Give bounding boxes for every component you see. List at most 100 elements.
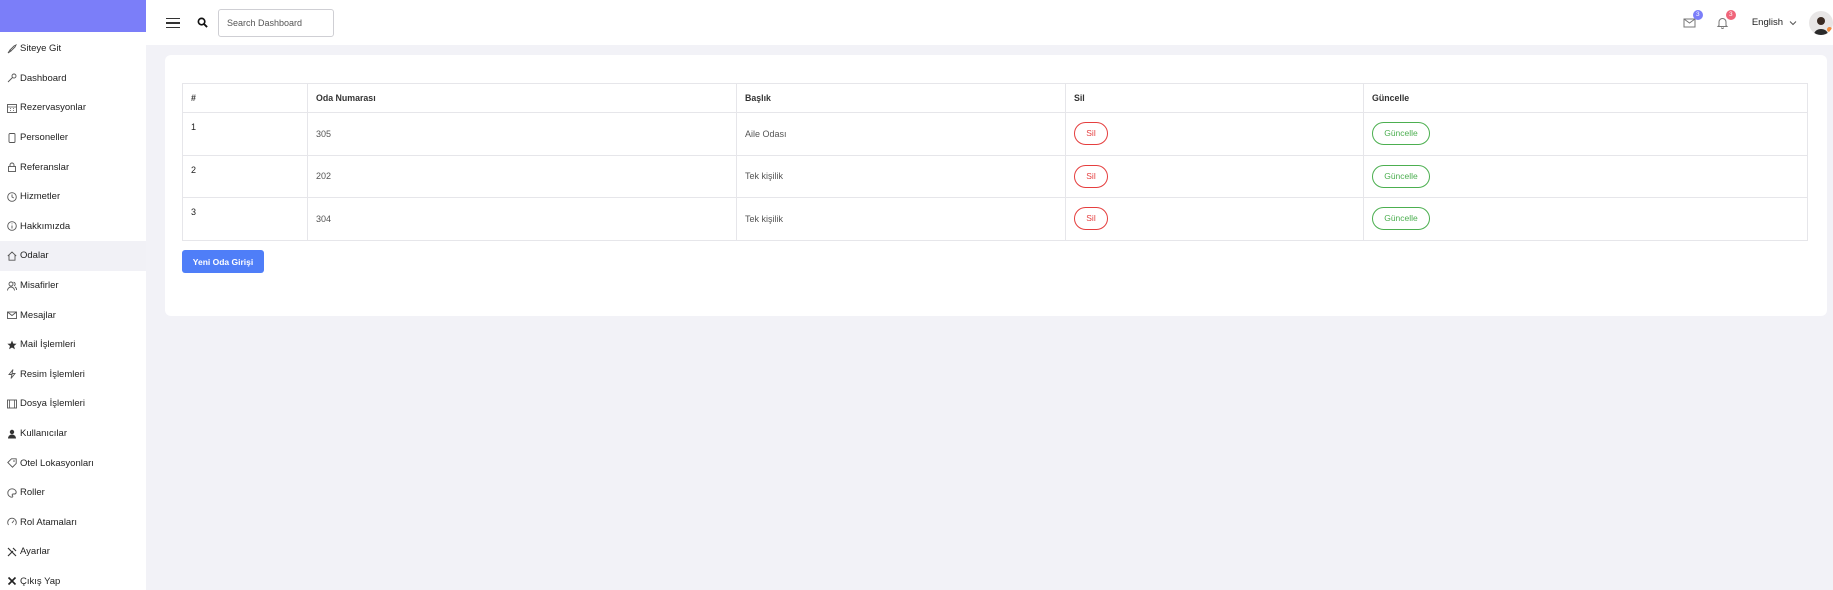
phone-icon [6, 132, 17, 143]
delete-button[interactable]: Sil [1074, 164, 1108, 188]
sidebar-item-label: Referanslar [20, 161, 70, 173]
gauge-icon [6, 517, 17, 528]
search-icon[interactable] [197, 17, 208, 28]
mail-notification-button[interactable]: 3 [1683, 9, 1703, 30]
sidebar-item-dosya-islemleri[interactable]: Dosya İşlemleri [0, 389, 146, 419]
tools-icon [6, 546, 17, 557]
mail-badge: 3 [1692, 9, 1703, 20]
row-index: 1 [182, 112, 308, 156]
sidebar-item-resim-islemleri[interactable]: Resim İşlemleri [0, 360, 146, 390]
top-header: 3 3 English [146, 0, 1833, 45]
sidebar-item-label: Hizmetler [20, 191, 61, 203]
room-title: Tek kişilik [736, 154, 1066, 198]
sidebar-item-personeller[interactable]: Personeller [0, 123, 146, 153]
calendar-icon [6, 102, 17, 113]
delete-button[interactable]: Sil [1074, 122, 1108, 146]
menu-toggle-icon[interactable] [166, 17, 180, 29]
sidebar-item-label: Mesajlar [20, 309, 56, 321]
palette-icon [6, 487, 17, 498]
rooms-table: # Oda Numarası Başlık Sil Güncelle 1 305… [182, 83, 1808, 241]
sidebar-item-referanslar[interactable]: Referanslar [0, 152, 146, 182]
bolt-icon [6, 369, 17, 380]
sidebar-item-label: Hakkımızda [20, 220, 71, 232]
lock-icon [6, 162, 17, 173]
sidebar-item-label: Dashboard [20, 72, 67, 84]
notification-button[interactable]: 3 [1716, 9, 1736, 30]
sidebar-item-kullanicilar[interactable]: Kullanıcılar [0, 419, 146, 449]
column-header-delete: Sil [1065, 83, 1364, 113]
sidebar-item-label: Resim İşlemleri [20, 368, 85, 380]
sidebar-item-otel-lokasyonlari[interactable]: Otel Lokasyonları [0, 448, 146, 478]
sidebar-item-misafirler[interactable]: Misafirler [0, 271, 146, 301]
sidebar-item-label: Dosya İşlemleri [20, 398, 85, 410]
language-selector[interactable]: English [1752, 17, 1797, 28]
rocket-icon [6, 43, 17, 54]
delete-cell: Sil [1065, 154, 1364, 198]
sidebar-item-odalar[interactable]: Odalar [0, 241, 146, 271]
sidebar-item-label: Misafirler [20, 280, 59, 292]
tag-icon [6, 458, 17, 469]
sidebar-item-label: Rezervasyonlar [20, 102, 86, 114]
search-input[interactable] [218, 8, 334, 37]
row-index: 3 [182, 197, 308, 241]
column-header-room-number: Oda Numarası [307, 83, 737, 113]
home-icon [6, 250, 17, 261]
sidebar-item-label: Ayarlar [20, 546, 50, 558]
star-icon [6, 339, 17, 350]
room-number: 305 [307, 112, 737, 156]
update-button[interactable]: Güncelle [1372, 164, 1430, 188]
avatar[interactable] [1809, 10, 1833, 35]
language-label: English [1751, 17, 1783, 28]
row-index: 2 [182, 154, 308, 198]
update-button[interactable]: Güncelle [1372, 207, 1430, 231]
delete-button[interactable]: Sil [1074, 207, 1108, 231]
sidebar-item-hakkimizda[interactable]: Hakkımızda [0, 212, 146, 242]
users-icon [6, 280, 17, 291]
sidebar-item-mail-islemleri[interactable]: Mail İşlemleri [0, 330, 146, 360]
mail-icon [6, 310, 17, 321]
sidebar-item-label: Roller [20, 487, 45, 499]
sidebar-item-label: Otel Lokasyonları [20, 457, 94, 469]
header-actions: 3 3 English [1683, 0, 1833, 45]
sidebar-brand-bar [0, 0, 146, 32]
column-header-title: Başlık [736, 83, 1066, 113]
delete-cell: Sil [1065, 197, 1364, 241]
new-room-button[interactable]: Yeni Oda Girişi [182, 250, 264, 273]
sidebar-item-label: Kullanıcılar [20, 428, 67, 440]
sidebar-item-rezervasyonlar[interactable]: Rezervasyonlar [0, 93, 146, 123]
sidebar-item-rol-atamalari[interactable]: Rol Atamaları [0, 508, 146, 538]
table-row: 1 305 Aile Odası Sil Güncelle [182, 112, 1808, 156]
delete-cell: Sil [1065, 112, 1364, 156]
table-row: 3 304 Tek kişilik Sil Güncelle [182, 197, 1808, 241]
sidebar-item-roller[interactable]: Roller [0, 478, 146, 508]
notification-badge: 3 [1725, 9, 1736, 20]
room-number: 304 [307, 197, 737, 241]
clock-icon [6, 191, 17, 202]
column-header-index: # [182, 83, 308, 113]
table-row: 2 202 Tek kişilik Sil Güncelle [182, 154, 1808, 198]
update-button[interactable]: Güncelle [1372, 122, 1430, 146]
sidebar-item-label: Çıkış Yap [20, 575, 61, 587]
sidebar-item-label: Personeller [20, 132, 69, 144]
user-icon [6, 428, 17, 439]
film-icon [6, 398, 17, 409]
sidebar-menu: Siteye Git Dashboard Rezervasyonlar Pers… [0, 32, 146, 590]
sidebar-item-dashboard[interactable]: Dashboard [0, 64, 146, 94]
room-title: Tek kişilik [736, 197, 1066, 241]
update-cell: Güncelle [1363, 197, 1808, 241]
sidebar-item-cikis-yap[interactable]: Çıkış Yap [0, 567, 146, 590]
sidebar-item-mesajlar[interactable]: Mesajlar [0, 300, 146, 330]
close-icon [6, 576, 17, 587]
rooms-card: # Oda Numarası Başlık Sil Güncelle 1 305… [165, 55, 1827, 316]
sidebar-item-label: Mail İşlemleri [20, 339, 76, 351]
sidebar-item-siteye-git[interactable]: Siteye Git [0, 34, 146, 64]
room-number: 202 [307, 154, 737, 198]
sidebar-item-ayarlar[interactable]: Ayarlar [0, 537, 146, 567]
update-cell: Güncelle [1363, 112, 1808, 156]
chevron-down-icon [1789, 20, 1797, 25]
info-icon [6, 221, 17, 232]
key-icon [6, 73, 17, 84]
sidebar-item-label: Rol Atamaları [20, 516, 78, 528]
sidebar-item-hizmetler[interactable]: Hizmetler [0, 182, 146, 212]
status-dot [1827, 26, 1832, 32]
